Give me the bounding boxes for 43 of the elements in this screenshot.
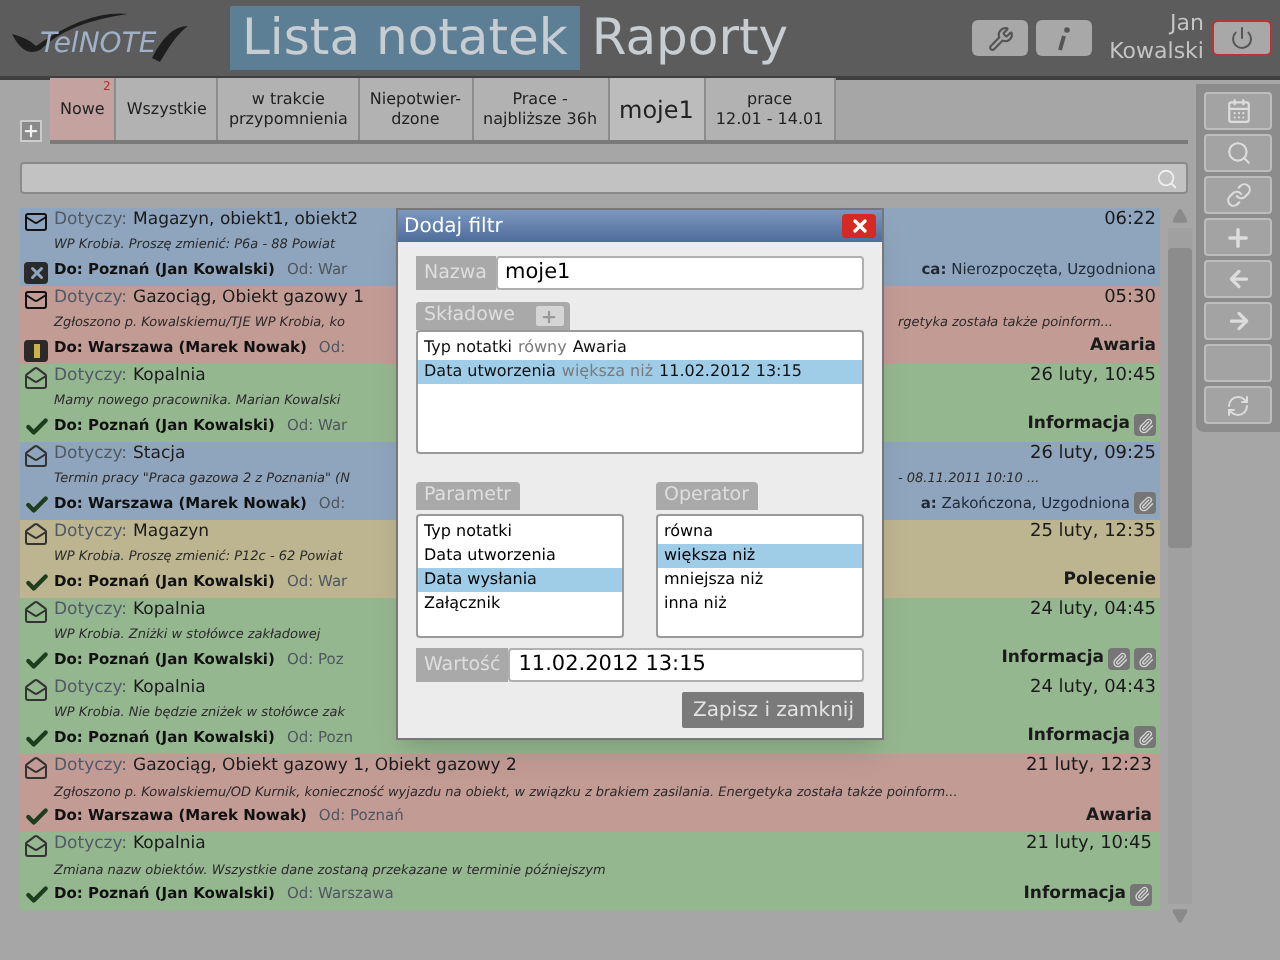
value-text: Awaria bbox=[572, 336, 627, 360]
note-type: Informacja bbox=[1027, 724, 1130, 750]
note-time: 06:22 bbox=[1104, 208, 1156, 234]
subject-label: Dotyczy: bbox=[54, 286, 128, 312]
subject-text: Gazociąg, Obiekt gazowy 1, Obiekt gazowy 2 bbox=[133, 754, 517, 780]
subject-text: Kopalnia bbox=[133, 676, 206, 702]
subject-text: Kopalnia bbox=[133, 832, 206, 858]
subject-text: Gazociąg, Obiekt gazowy 1 bbox=[133, 286, 365, 312]
subject-label: Dotyczy: bbox=[54, 598, 128, 624]
subject-text: Kopalnia bbox=[133, 364, 206, 390]
subject-text: Stacja bbox=[133, 442, 186, 468]
note-type: Awaria bbox=[1089, 334, 1156, 360]
parameter-text: Data utworzenia bbox=[424, 360, 556, 384]
note-time: 25 luty, 12:35 bbox=[1029, 520, 1156, 546]
subject-label: Dotyczy: bbox=[54, 442, 128, 468]
value-text: 11.02.2012 13:15 bbox=[659, 360, 802, 384]
subject-label: Dotyczy: bbox=[54, 364, 128, 390]
user-name: Jan Kowalski bbox=[1107, 10, 1204, 66]
subject-label: Dotyczy: bbox=[54, 208, 128, 234]
dialog-title: Dodaj filtr bbox=[404, 213, 503, 241]
operator-text: większa niż bbox=[561, 360, 654, 384]
subject-text: Magazyn, obiekt1, obiekt2 bbox=[133, 208, 359, 234]
note-type: Informacja bbox=[1027, 412, 1130, 438]
note-time: 24 luty, 04:43 bbox=[1029, 676, 1156, 702]
logo-text: TelNOTE bbox=[40, 25, 157, 63]
parameter-text: Typ notatki bbox=[424, 336, 512, 360]
subject-text: Magazyn bbox=[133, 520, 210, 546]
note-time: 05:30 bbox=[1104, 286, 1156, 312]
subject-label: Dotyczy: bbox=[54, 520, 128, 546]
note-type: Informacja bbox=[1001, 646, 1104, 672]
note-time: 21 luty, 10:45 bbox=[1025, 832, 1152, 858]
note-type: Informacja bbox=[1023, 881, 1126, 907]
note-time: 21 luty, 12:23 bbox=[1025, 754, 1152, 780]
note-time: 26 luty, 10:45 bbox=[1029, 364, 1156, 390]
note-type: Awaria bbox=[1085, 803, 1152, 829]
subject-text: Kopalnia bbox=[133, 598, 206, 624]
note-time: 24 luty, 04:45 bbox=[1029, 598, 1156, 624]
note-time: 26 luty, 09:25 bbox=[1029, 442, 1156, 468]
operator-text: równy bbox=[518, 336, 567, 360]
subject-label: Dotyczy: bbox=[54, 832, 128, 858]
subject-label: Dotyczy: bbox=[54, 754, 128, 780]
note-type: Polecenie bbox=[1063, 568, 1156, 594]
subject-label: Dotyczy: bbox=[54, 676, 128, 702]
